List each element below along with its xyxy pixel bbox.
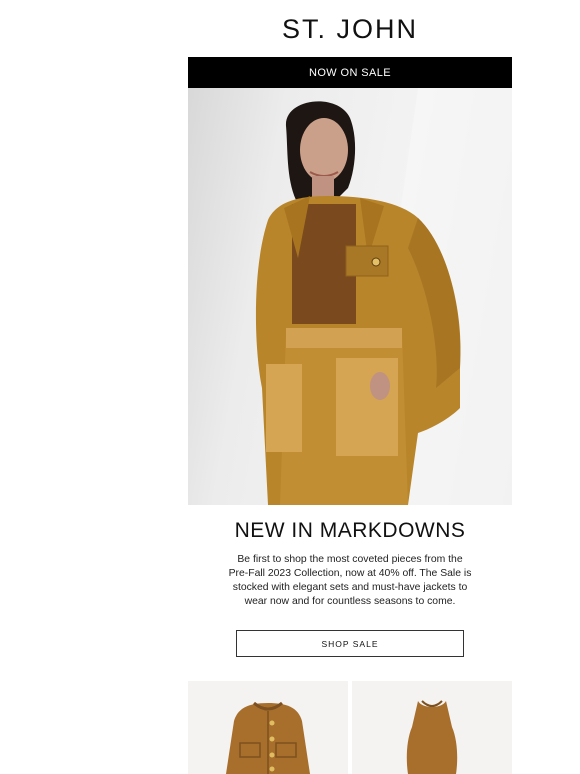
hero-image[interactable] [188,88,512,505]
banner-label: NOW ON SALE [308,66,392,79]
shop-sale-label: SHOP SALE [321,638,379,649]
model-illustration [255,88,512,505]
product-tile-dress[interactable] [352,681,512,774]
shop-sale-button[interactable]: SHOP SALE [236,630,464,657]
section-headline: NEW IN MARKDOWNS [234,519,466,542]
knit-jacket-image [226,701,310,774]
now-on-sale-banner[interactable]: NOW ON SALE [188,57,512,88]
brand-logo[interactable]: ST. JOHN [188,14,512,44]
product-tile-jacket[interactable] [188,681,348,774]
knit-dress-image [406,700,458,774]
section-body: Be first to shop the most coveted pieces… [228,554,472,607]
